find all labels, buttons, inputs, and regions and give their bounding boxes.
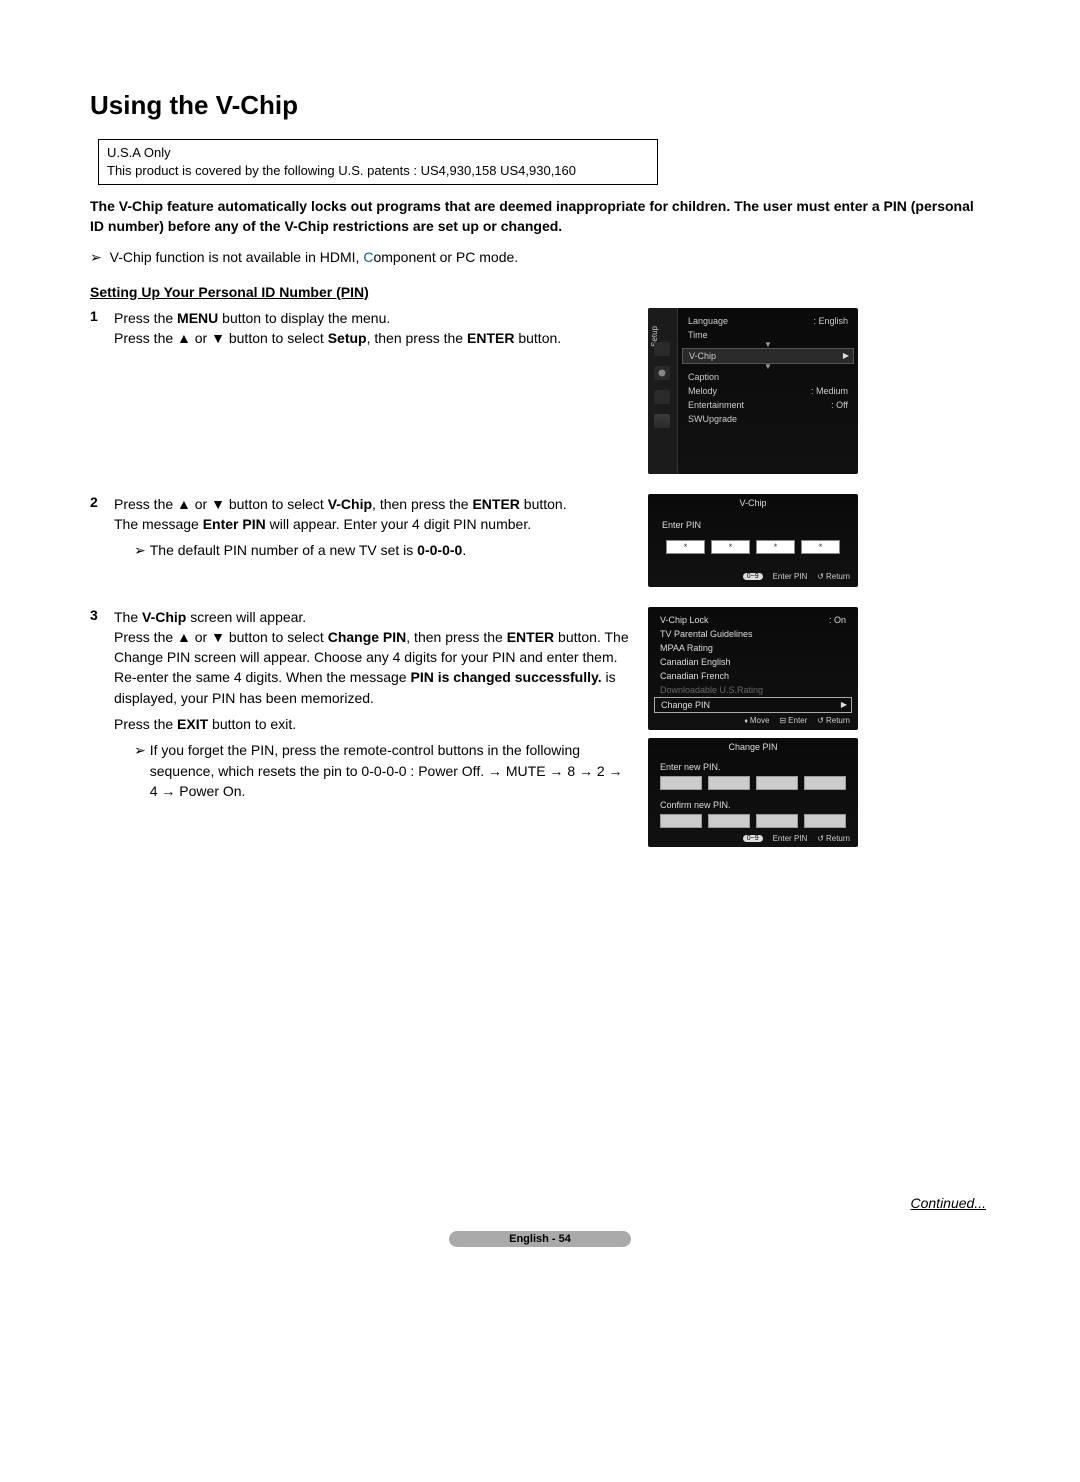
- vm-row: Canadian English: [648, 655, 858, 669]
- pin-box: [708, 776, 750, 790]
- osd-row: SWUpgrade: [678, 412, 858, 426]
- move-icon: Move: [744, 716, 769, 725]
- osd-vchip-menu-screenshot: V-Chip Lock: On TV Parental Guidelines M…: [648, 607, 858, 730]
- return-icon: Return: [817, 572, 850, 581]
- vm-row: TV Parental Guidelines: [648, 627, 858, 641]
- pin-box: [756, 776, 798, 790]
- osd-row: Melody: Medium: [678, 384, 858, 398]
- pointer-icon: ➢: [134, 740, 146, 801]
- return-icon: Return: [817, 716, 850, 725]
- step-3: 3 The V-Chip screen will appear. Press t…: [90, 607, 630, 802]
- reset-pin-note: If you forget the PIN, press the remote-…: [150, 740, 630, 801]
- brush-icon: [654, 342, 670, 356]
- step-1: 1 Press the MENU button to display the m…: [90, 308, 630, 355]
- pin-box: [756, 540, 795, 554]
- enter-new-pin-label: Enter new PIN.: [648, 756, 858, 774]
- step-number: 2: [90, 494, 114, 510]
- vm-row: Canadian French: [648, 669, 858, 683]
- pin-box: [804, 776, 846, 790]
- vm-row-selected: Change PIN: [654, 697, 852, 713]
- pin-box: [804, 814, 846, 828]
- step-2: 2 Press the ▲ or ▼ button to select V-Ch…: [90, 494, 630, 561]
- osd-title: Change PIN: [648, 738, 858, 756]
- osd-row: Caption: [678, 370, 858, 384]
- osd-row: Entertainment: Off: [678, 398, 858, 412]
- pin-box: [801, 540, 840, 554]
- osd-enter-pin-screenshot: V-Chip Enter PIN 0~9 Enter PIN Return: [648, 494, 858, 587]
- pin-box: [660, 776, 702, 790]
- osd-setup-screenshot: Setup Language: English Time ▼ V-Chip ▼ …: [648, 308, 858, 474]
- confirm-new-pin-label: Confirm new PIN.: [648, 794, 858, 812]
- subheading: Setting Up Your Personal ID Number (PIN): [90, 284, 990, 300]
- pin-box: [708, 814, 750, 828]
- step-number: 3: [90, 607, 114, 623]
- vm-row-dim: Downloadable U.S.Rating: [648, 683, 858, 697]
- gear-icon: [654, 366, 670, 380]
- osd-row-selected: V-Chip: [682, 348, 854, 364]
- intro-paragraph: The V-Chip feature automatically locks o…: [90, 197, 990, 236]
- osd-change-pin-screenshot: Change PIN Enter new PIN. Confirm new PI…: [648, 738, 858, 847]
- pointer-icon: ➢: [134, 540, 146, 560]
- patent-line1: U.S.A Only: [107, 144, 649, 162]
- vm-row: V-Chip Lock: On: [648, 613, 858, 627]
- vm-row: MPAA Rating: [648, 641, 858, 655]
- pin-box: [660, 814, 702, 828]
- pin-box: [666, 540, 705, 554]
- pin-box: [756, 814, 798, 828]
- osd-title: V-Chip: [648, 494, 858, 512]
- input-icon: [654, 390, 670, 404]
- footer-enter-pin: Enter PIN: [773, 834, 808, 843]
- pointer-icon: ➢: [90, 249, 102, 265]
- footer-enter-pin: Enter PIN: [773, 572, 808, 581]
- patent-box: U.S.A Only This product is covered by th…: [98, 139, 658, 185]
- continued-label: Continued...: [90, 1195, 986, 1211]
- page-footer: English - 54: [449, 1231, 631, 1247]
- app-icon: [654, 414, 670, 428]
- badge-09: 0~9: [743, 835, 763, 842]
- badge-09: 0~9: [743, 573, 763, 580]
- step-number: 1: [90, 308, 114, 324]
- page-title: Using the V-Chip: [90, 90, 990, 121]
- patent-line2: This product is covered by the following…: [107, 162, 649, 180]
- return-icon: Return: [817, 834, 850, 843]
- note-availability: ➢ V-Chip function is not available in HD…: [90, 249, 990, 266]
- osd-row: Language: English: [678, 314, 858, 328]
- enter-pin-label: Enter PIN: [662, 520, 844, 530]
- pin-row: [662, 540, 844, 564]
- enter-icon: Enter: [779, 716, 807, 725]
- pin-box: [711, 540, 750, 554]
